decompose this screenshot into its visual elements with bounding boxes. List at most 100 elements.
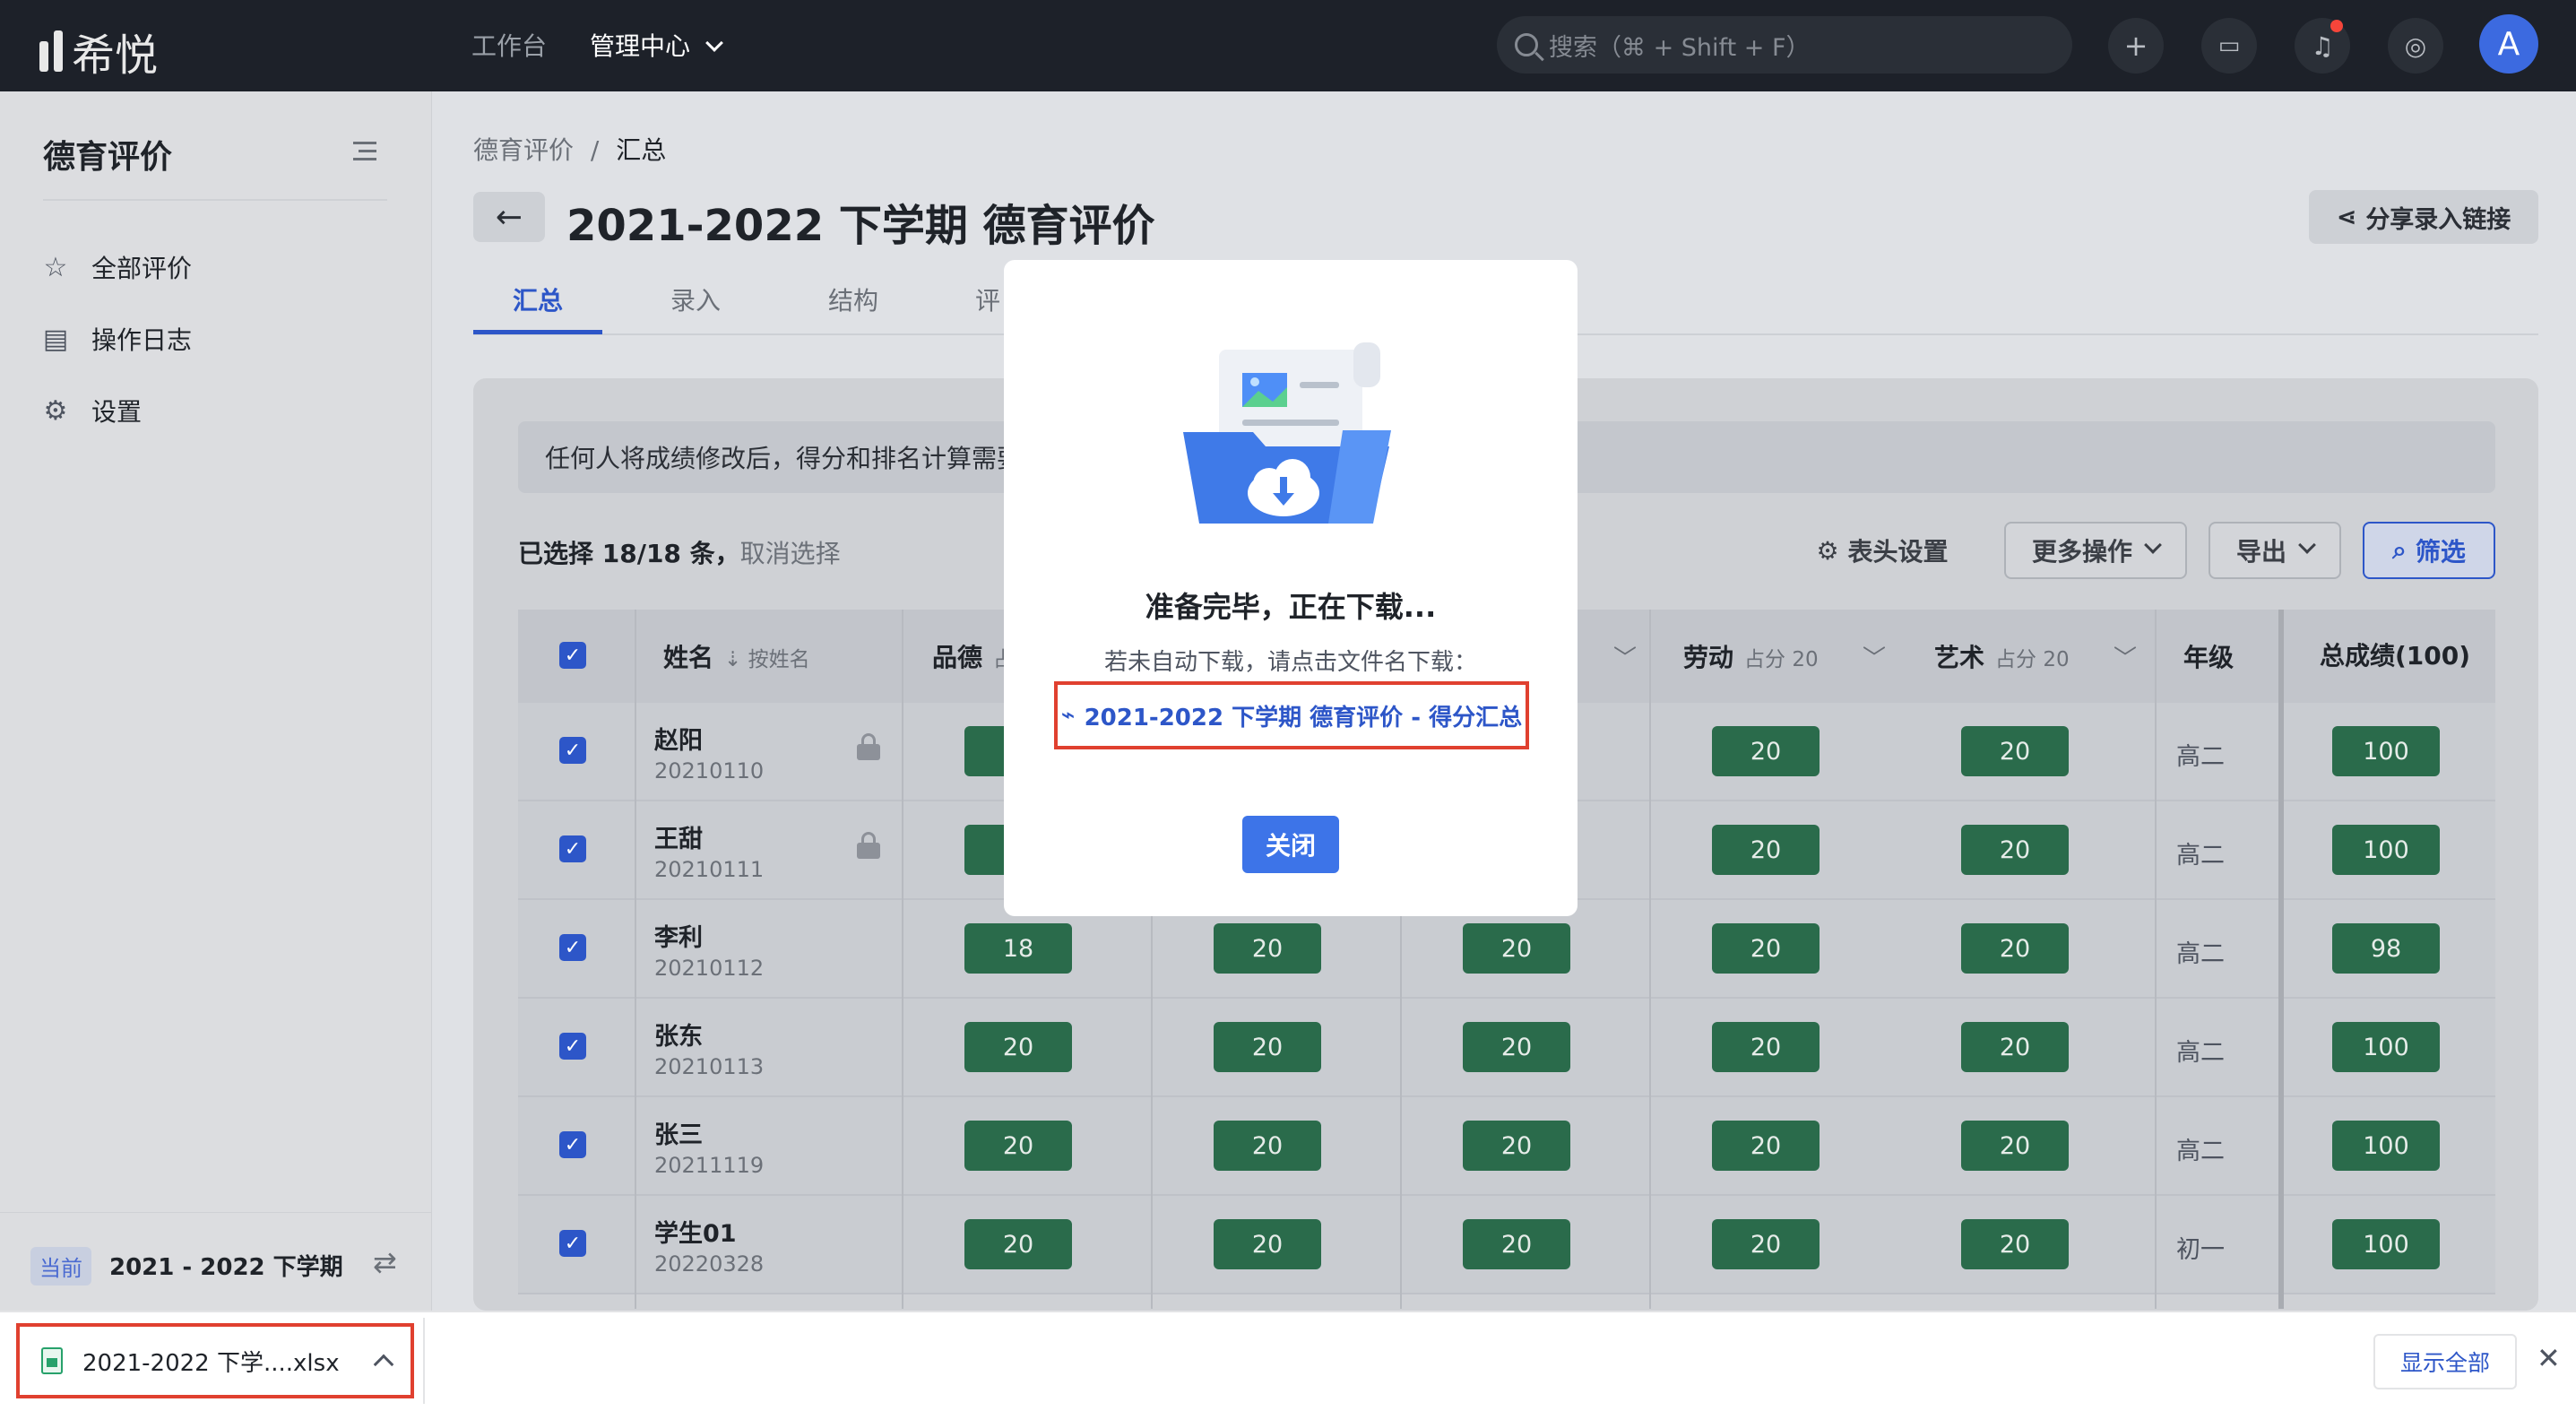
score-cell[interactable]: 20 [1463, 923, 1570, 974]
score-cell[interactable]: 18 [964, 923, 1072, 974]
download-divider [423, 1318, 425, 1404]
row-checkbox[interactable]: ✓ [559, 1131, 586, 1158]
chevron-down-icon[interactable]: ﹀ [1863, 640, 1886, 673]
selection-info: 已选择 18/18 条，取消选择 [518, 534, 841, 570]
download-item[interactable]: 2021-2022 下学....xlsx [16, 1323, 414, 1398]
row-checkbox[interactable]: ✓ [559, 737, 586, 764]
score-cell[interactable]: 20 [1712, 1022, 1820, 1072]
add-button[interactable]: + [2108, 18, 2164, 74]
student-name: 张东 [654, 1023, 703, 1051]
back-button[interactable]: ← [473, 192, 545, 242]
score-cell[interactable]: 20 [1214, 1121, 1321, 1171]
score-cell[interactable]: 20 [1961, 1219, 2069, 1269]
excel-file-icon [41, 1347, 63, 1374]
show-all-button[interactable]: 显示全部 [2373, 1334, 2517, 1389]
search-input[interactable]: 搜索（⌘ + Shift + F） [1497, 16, 2072, 74]
column-header-grade[interactable]: 年级 [2183, 638, 2234, 674]
search-icon [1515, 33, 1538, 56]
score-cell[interactable]: 20 [964, 1121, 1072, 1171]
total-score-cell: 100 [2332, 1219, 2440, 1269]
score-cell[interactable]: 20 [1961, 726, 2069, 776]
score-cell[interactable]: 20 [964, 1219, 1072, 1269]
select-all-checkbox[interactable]: ✓ [559, 642, 586, 669]
tab-entry[interactable]: 录入 [670, 281, 721, 317]
breadcrumb-root[interactable]: 德育评价 [473, 135, 574, 165]
row-checkbox[interactable]: ✓ [559, 1230, 586, 1257]
score-cell[interactable]: 20 [1712, 1121, 1820, 1171]
row-checkbox[interactable]: ✓ [559, 835, 586, 862]
check-icon: ✓ [564, 1232, 582, 1255]
student-name: 王甜 [654, 826, 703, 853]
tab-structure[interactable]: 结构 [828, 281, 878, 317]
score-cell[interactable]: 20 [1463, 1022, 1570, 1072]
score-cell[interactable]: 20 [1214, 1219, 1321, 1269]
sidebar-item-settings[interactable]: ⚙ 设置 [41, 393, 142, 428]
column-header-pinde[interactable]: 品德占 [932, 638, 1014, 674]
more-actions-button[interactable]: 更多操作 [2004, 522, 2187, 579]
top-bar: 希悦 工作台 管理中心 搜索（⌘ + Shift + F） + ▭ ♫ ◎ A [0, 0, 2576, 91]
share-icon: ⋖ [2336, 203, 2357, 231]
check-icon: ✓ [564, 644, 582, 667]
table-row[interactable]: ✓ 张三 20211119 20 20 20 20 20 高二 100 [518, 1097, 2495, 1196]
close-button[interactable]: 关闭 [1242, 816, 1339, 873]
column-header-name[interactable]: 姓名 ⇣ 按姓名 [663, 638, 810, 674]
filter-label: 筛选 [2415, 537, 2466, 567]
score-cell[interactable]: 20 [1463, 1121, 1570, 1171]
sort-by-name[interactable]: ⇣ 按姓名 [724, 648, 810, 671]
chevron-down-icon[interactable]: ﹀ [1613, 640, 1637, 673]
score-cell[interactable]: 20 [1712, 923, 1820, 974]
tab-summary[interactable]: 汇总 [513, 281, 563, 317]
score-cell[interactable]: 20 [1463, 1219, 1570, 1269]
download-bar: 2021-2022 下学....xlsx 显示全部 ✕ [0, 1311, 2576, 1411]
score-cell[interactable]: 20 [1712, 1219, 1820, 1269]
score-cell[interactable]: 20 [1961, 825, 2069, 875]
header-settings-button[interactable]: ⚙ 表头设置 [1811, 522, 1954, 579]
column-header-total[interactable]: 总成绩(100) [2320, 636, 2470, 672]
score-cell[interactable]: 20 [1214, 923, 1321, 974]
score-cell[interactable]: 20 [1712, 825, 1820, 875]
arrow-left-icon: ← [495, 198, 523, 236]
sidebar-item-all-evaluations[interactable]: ☆ 全部评价 [41, 249, 192, 285]
nav-admin-center[interactable]: 管理中心 [590, 27, 723, 63]
column-header-art[interactable]: 艺术 占分 20 [1934, 638, 2070, 674]
table-row[interactable]: ✓ 学生01 20220328 20 20 20 20 20 初一 100 [518, 1196, 2495, 1294]
total-score-cell: 100 [2332, 1022, 2440, 1072]
score-cell[interactable]: 20 [1961, 1022, 2069, 1072]
term-switcher[interactable]: 当前 2021 - 2022 下学期 ⇄ [0, 1212, 432, 1311]
chevron-up-icon[interactable] [373, 1354, 394, 1375]
tab-evaluation[interactable]: 评 [975, 281, 1000, 317]
help-button[interactable]: ◎ [2388, 18, 2443, 74]
filter-button[interactable]: ⌕ 筛选 [2363, 522, 2495, 579]
score-cell[interactable]: 20 [1214, 1022, 1321, 1072]
messages-button[interactable]: ▭ [2201, 18, 2257, 74]
avatar[interactable]: A [2479, 14, 2538, 74]
collapse-sidebar-icon[interactable] [353, 142, 376, 161]
export-button[interactable]: 导出 [2209, 522, 2341, 579]
student-id: 20210113 [654, 1054, 765, 1079]
score-cell[interactable]: 20 [1712, 726, 1820, 776]
column-art-sub: 占分 20 [1995, 648, 2070, 671]
row-checkbox[interactable]: ✓ [559, 1033, 586, 1060]
row-checkbox[interactable]: ✓ [559, 934, 586, 961]
sort-by-name-label: 按姓名 [748, 648, 810, 671]
close-icon[interactable]: ✕ [2537, 1341, 2561, 1375]
table-row[interactable]: ✓ 张东 20210113 20 20 20 20 20 高二 100 [518, 999, 2495, 1097]
app-logo[interactable]: 希悦 [39, 20, 158, 82]
sidebar-title: 德育评价 [43, 139, 173, 176]
score-cell[interactable]: 20 [964, 1022, 1072, 1072]
folder-download-icon [1183, 342, 1391, 524]
download-file-link[interactable]: ⌁ 2021-2022 下学期 德育评价 - 得分汇总 [1054, 681, 1529, 749]
cancel-selection-link[interactable]: 取消选择 [740, 539, 841, 568]
score-cell[interactable]: 20 [1961, 1121, 2069, 1171]
swap-icon[interactable]: ⇄ [373, 1245, 397, 1279]
total-score-cell: 100 [2332, 1121, 2440, 1171]
column-pinde-label: 品德 [932, 643, 983, 672]
score-cell[interactable]: 20 [1961, 923, 2069, 974]
share-entry-link-button[interactable]: ⋖ 分享录入链接 [2309, 190, 2538, 244]
chevron-down-icon[interactable]: ﹀ [2114, 640, 2137, 673]
nav-workbench[interactable]: 工作台 [471, 27, 547, 63]
notifications-button[interactable]: ♫ [2295, 18, 2350, 74]
total-score-cell: 100 [2332, 726, 2440, 776]
column-header-labor[interactable]: 劳动 占分 20 [1683, 638, 1819, 674]
sidebar-item-operation-log[interactable]: ▤ 操作日志 [41, 321, 192, 357]
